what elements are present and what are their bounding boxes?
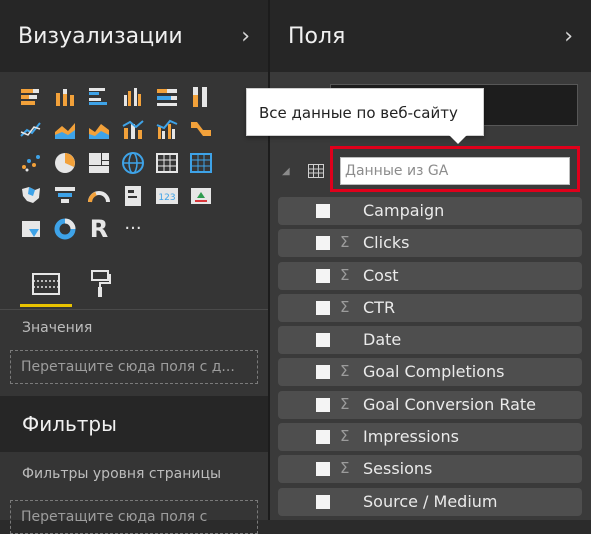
- field-checkbox[interactable]: [316, 204, 330, 218]
- gallery-row: [14, 80, 264, 113]
- field-checkbox[interactable]: [316, 494, 330, 509]
- more-visuals-icon[interactable]: ···: [116, 215, 150, 243]
- sigma-icon: Σ: [340, 459, 350, 478]
- table-icon[interactable]: [150, 149, 184, 177]
- field-name: Goal Completions: [363, 362, 505, 382]
- visualizations-pane: Визуализации › 123 R ··· Значения Перетащи…: [0, 0, 268, 534]
- field-row[interactable]: Date: [278, 326, 582, 355]
- field-checkbox[interactable]: [316, 268, 330, 283]
- 100-column-icon[interactable]: [184, 83, 218, 111]
- field-checkbox[interactable]: [316, 430, 330, 445]
- field-row[interactable]: Σ Clicks: [278, 229, 582, 258]
- field-checkbox[interactable]: [316, 462, 330, 477]
- field-name: Cost: [363, 265, 399, 285]
- field-name: Goal Conversion Rate: [363, 394, 536, 414]
- field-row[interactable]: Campaign: [278, 197, 582, 225]
- scatter-icon[interactable]: [14, 149, 48, 177]
- clustered-column-icon[interactable]: [116, 83, 150, 111]
- ribbon-icon[interactable]: [184, 116, 218, 144]
- values-label: Значения: [22, 320, 93, 336]
- gallery-row: R ···: [14, 212, 264, 245]
- active-tab-underline: [20, 304, 72, 307]
- field-name: Date: [363, 330, 402, 350]
- stacked-column-icon[interactable]: [48, 83, 82, 111]
- fields-tab-icon[interactable]: [26, 264, 66, 304]
- stacked-bar-icon[interactable]: [14, 83, 48, 111]
- multirow-card-icon[interactable]: 123: [150, 182, 184, 210]
- field-row[interactable]: Source / Medium: [278, 487, 582, 516]
- line-column-icon[interactable]: [116, 116, 150, 144]
- field-name: Campaign: [363, 201, 445, 220]
- slicer-icon[interactable]: [14, 215, 48, 243]
- table-icon: [308, 164, 324, 178]
- kpi-icon[interactable]: [184, 182, 218, 210]
- sigma-icon: Σ: [340, 427, 350, 446]
- line-clustered-icon[interactable]: [150, 116, 184, 144]
- page-filters-label: Фильтры уровня страницы: [22, 466, 222, 482]
- field-checkbox[interactable]: [316, 300, 330, 315]
- donut-icon[interactable]: [48, 215, 82, 243]
- field-row[interactable]: Σ Goal Conversion Rate: [278, 390, 582, 419]
- stacked-area-icon[interactable]: [82, 116, 116, 144]
- chevron-right-icon[interactable]: ›: [564, 24, 573, 49]
- visualizations-header[interactable]: Визуализации ›: [0, 0, 268, 72]
- gallery-row: 123: [14, 179, 264, 212]
- sigma-icon: Σ: [340, 362, 350, 381]
- pane-tabs: [0, 258, 268, 308]
- field-row[interactable]: Σ Sessions: [278, 455, 582, 484]
- visualizations-title: Визуализации: [18, 23, 183, 49]
- divider: [0, 309, 268, 310]
- page-filters-drop-zone[interactable]: Перетащите сюда поля с: [10, 500, 258, 534]
- sigma-icon: Σ: [340, 233, 350, 252]
- sigma-icon: Σ: [340, 394, 350, 413]
- fields-header[interactable]: Поля ›: [270, 0, 591, 72]
- filled-map-icon[interactable]: [14, 182, 48, 210]
- gallery-row: [14, 146, 264, 179]
- 100-bar-icon[interactable]: [150, 83, 184, 111]
- treemap-icon[interactable]: [82, 149, 116, 177]
- sigma-icon: Σ: [340, 265, 350, 284]
- field-row[interactable]: Σ Cost: [278, 261, 582, 290]
- field-name: Clicks: [363, 233, 410, 253]
- gauge-icon[interactable]: [82, 182, 116, 210]
- field-name: Impressions: [363, 427, 459, 447]
- expand-triangle-icon[interactable]: ◢: [282, 166, 290, 177]
- chevron-right-icon[interactable]: ›: [241, 24, 250, 49]
- svg-text:123: 123: [158, 193, 175, 203]
- filters-header[interactable]: Фильтры: [0, 396, 268, 452]
- highlight-frame: [330, 146, 580, 192]
- field-checkbox[interactable]: [316, 397, 330, 412]
- field-row[interactable]: Σ Goal Completions: [278, 358, 582, 387]
- visualization-gallery: 123 R ···: [14, 80, 264, 245]
- map-icon[interactable]: [116, 149, 150, 177]
- sigma-icon: Σ: [340, 297, 350, 316]
- format-paint-roller-icon[interactable]: [80, 264, 120, 304]
- field-checkbox[interactable]: [316, 333, 330, 348]
- fields-title: Поля: [288, 23, 346, 49]
- table-tooltip: Все данные по веб-сайту: [246, 88, 484, 144]
- matrix-icon[interactable]: [184, 149, 218, 177]
- field-checkbox[interactable]: [316, 365, 330, 380]
- r-visual-icon[interactable]: R: [82, 215, 116, 243]
- line-chart-icon[interactable]: [14, 116, 48, 144]
- area-chart-icon[interactable]: [48, 116, 82, 144]
- field-name: Source / Medium: [363, 491, 498, 511]
- funnel-icon[interactable]: [48, 182, 82, 210]
- field-name: Sessions: [363, 459, 433, 479]
- card-icon[interactable]: [116, 182, 150, 210]
- field-list: Campaign Σ Clicks Σ Cost Σ CTR Date Σ Goal Comple…: [278, 197, 582, 520]
- field-name: CTR: [363, 297, 396, 317]
- gallery-row: [14, 113, 264, 146]
- clustered-bar-icon[interactable]: [82, 83, 116, 111]
- pie-chart-icon[interactable]: [48, 149, 82, 177]
- field-row[interactable]: Σ Impressions: [278, 423, 582, 452]
- field-checkbox[interactable]: [316, 236, 330, 251]
- values-drop-zone[interactable]: Перетащите сюда поля с д...: [10, 350, 258, 384]
- field-row[interactable]: Σ CTR: [278, 293, 582, 322]
